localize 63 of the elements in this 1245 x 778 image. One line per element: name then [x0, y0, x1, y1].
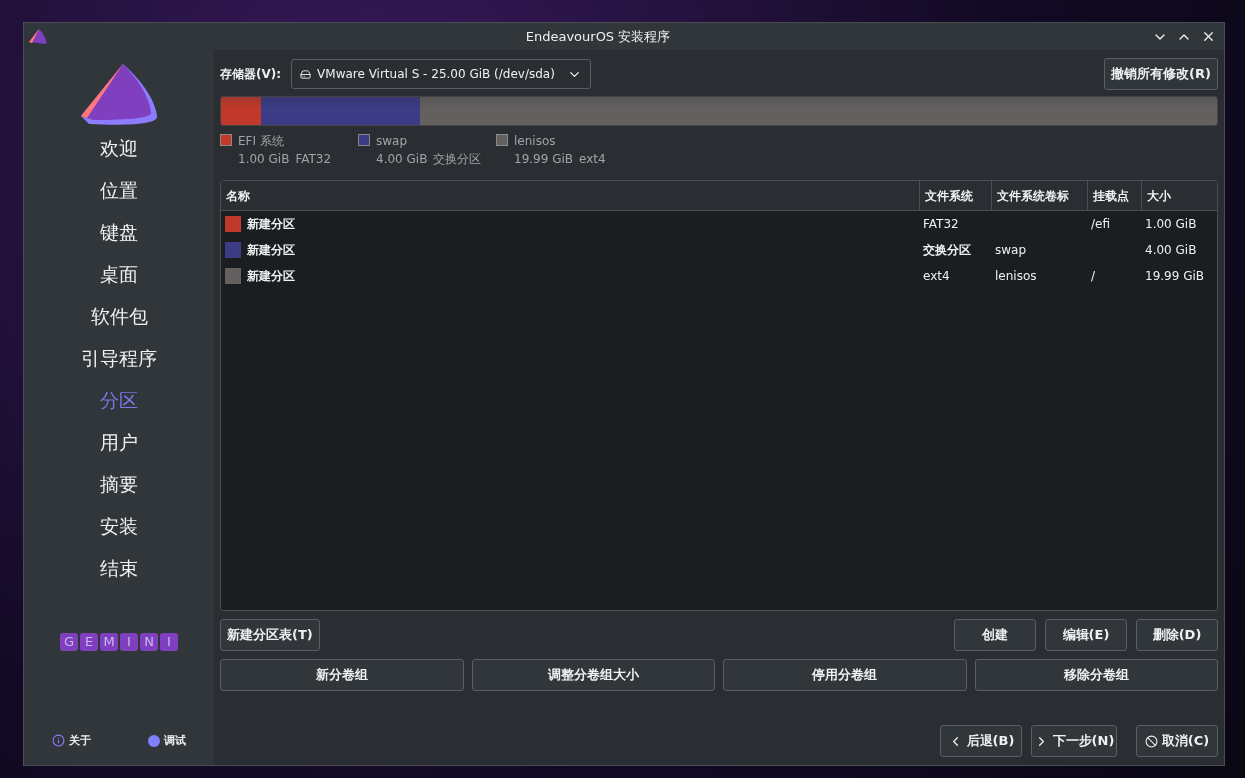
sidebar-item[interactable]: 引导程序 [81, 344, 157, 373]
brand-letter: I [160, 633, 178, 651]
brand-letter: M [100, 633, 118, 651]
window-title: EndeavourOS 安装程序 [524, 27, 672, 46]
back-button[interactable]: 后退(B) [940, 725, 1022, 757]
table-cell: / [1091, 269, 1096, 283]
table-cell-text: 新建分区 [247, 268, 295, 285]
about-button[interactable]: 关于 [52, 732, 92, 749]
partition-action-button[interactable]: 编辑(E) [1045, 619, 1127, 651]
legend-size: 19.99 GiB [514, 151, 574, 168]
legend-name: lenisos [514, 133, 557, 150]
table-cell: ext4 [923, 269, 950, 283]
revert-button[interactable]: 撤销所有修改(R) [1104, 58, 1218, 90]
brand-letter: E [80, 633, 98, 651]
partition-row[interactable]: 新建分区 FAT32 /efi 1.00 GiB [221, 211, 1217, 237]
legend-size: 4.00 GiB [376, 151, 428, 168]
table-cell: 19.99 GiB [1145, 269, 1205, 283]
volume-group-button[interactable]: 移除分卷组 [974, 659, 1218, 691]
sidebar-item[interactable]: 安装 [100, 512, 138, 541]
legend-filesystem: FAT32 [295, 151, 332, 168]
table-cell-text: 新建分区 [247, 242, 295, 259]
sidebar-item[interactable]: 欢迎 [100, 134, 138, 163]
table-cell: 4.00 GiB [1145, 243, 1197, 257]
cancel-button[interactable]: 取消(C) [1136, 725, 1218, 757]
brand-letter: G [60, 633, 78, 651]
column-header[interactable]: 文件系统卷标 [991, 181, 1087, 210]
table-cell: 1.00 GiB [1145, 217, 1197, 231]
device-dropdown[interactable]: VMware Virtual S - 25.00 GiB (/dev/sda) [291, 59, 592, 89]
volume-group-button[interactable]: 停用分卷组 [723, 659, 967, 691]
sidebar-item[interactable]: 摘要 [100, 470, 138, 499]
legend-size: 1.00 GiB [238, 151, 290, 168]
table-cell: 交换分区 [923, 243, 971, 257]
volume-group-button[interactable]: 调整分卷组大小 [471, 659, 715, 691]
next-button[interactable]: 下一步(N) [1031, 725, 1117, 757]
table-cell: FAT32 [923, 217, 959, 231]
table-cell-text: 新建分区 [247, 216, 295, 233]
table-cell: swap [995, 243, 1027, 257]
sidebar-item[interactable]: 键盘 [100, 218, 138, 247]
table-cell: lenisos [995, 269, 1037, 283]
column-header[interactable]: 名称 [221, 181, 919, 210]
partition-action-button[interactable]: 删除(D) [1136, 619, 1218, 651]
storage-label: 存储器(V): [220, 66, 282, 83]
brand-letter: I [120, 633, 138, 651]
sidebar-item[interactable]: 位置 [100, 176, 138, 205]
brand-letter: N [140, 633, 158, 651]
sidebar-item[interactable]: 结束 [100, 554, 138, 583]
column-header[interactable]: 挂载点 [1087, 181, 1141, 210]
new-partition-table-button[interactable]: 新建分区表(T) [220, 619, 320, 651]
sidebar-item[interactable]: 软件包 [90, 302, 148, 331]
table-cell: /efi [1091, 217, 1110, 231]
partition-action-button[interactable]: 创建 [954, 619, 1036, 651]
legend-name: EFI 系统 [238, 133, 285, 150]
column-header[interactable]: 文件系统 [919, 181, 991, 210]
sidebar-item[interactable]: 桌面 [100, 260, 138, 289]
column-header[interactable]: 大小 [1141, 181, 1217, 210]
legend-filesystem: 交换分区 [433, 151, 482, 168]
sidebar-item[interactable]: 用户 [100, 428, 138, 457]
debug-button[interactable]: 调试 [147, 732, 186, 749]
legend-name: swap [376, 133, 409, 150]
volume-group-button[interactable]: 新分卷组 [220, 659, 464, 691]
legend-filesystem: ext4 [579, 151, 606, 168]
partition-row[interactable]: 新建分区 交换分区 swap 4.00 GiB [221, 237, 1217, 263]
partition-row[interactable]: 新建分区 ext4 lenisos / 19.99 GiB [221, 263, 1217, 289]
